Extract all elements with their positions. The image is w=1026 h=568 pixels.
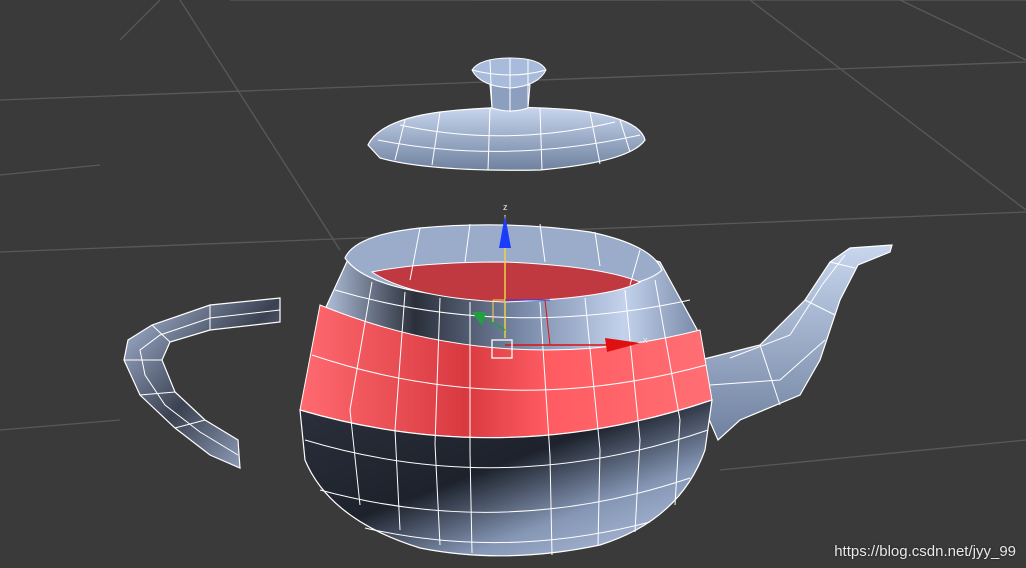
watermark-text: https://blog.csdn.net/jyy_99 xyxy=(834,543,1016,560)
gizmo-z-label: z xyxy=(503,202,508,212)
gizmo-x-label: x xyxy=(643,335,648,345)
teapot-handle[interactable] xyxy=(123,297,281,469)
teapot-spout[interactable] xyxy=(699,244,893,442)
teapot-lid[interactable] xyxy=(367,57,646,171)
viewport-scene[interactable]: z x xyxy=(0,0,1026,568)
teapot-body[interactable] xyxy=(299,223,713,557)
3d-viewport[interactable]: z x https://blog.csdn.net/jyy_99 xyxy=(0,0,1026,568)
